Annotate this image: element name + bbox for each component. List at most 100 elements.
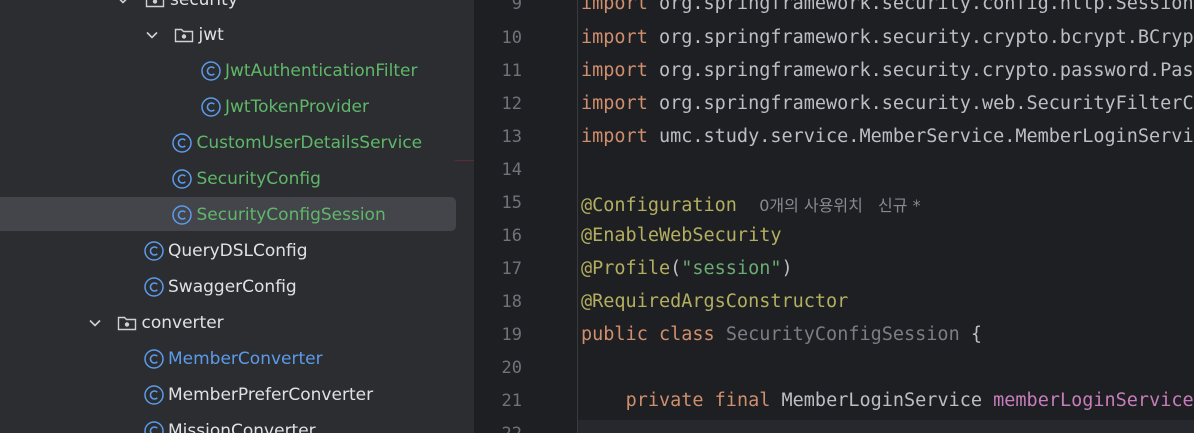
code-token: MemberLoginService: [770, 390, 994, 411]
tree-item-label: SwaggerConfig: [168, 277, 297, 297]
code-token: import: [581, 93, 648, 114]
code-line[interactable]: 11 import org.springframework.security.cr…: [475, 55, 1194, 88]
tree-item-missionconverter[interactable]: MissionConverter: [0, 413, 474, 433]
java-class-icon: [143, 349, 164, 369]
code-line[interactable]: 17 @Profile("session"): [475, 253, 1194, 286]
line-number: 18: [501, 292, 522, 312]
line-number: 17: [501, 259, 522, 279]
code-line[interactable]: 13 import umc.study.service.MemberService…: [475, 121, 1194, 154]
code-token: @RequiredArgsConstructor: [581, 291, 849, 312]
code-token: {: [959, 324, 982, 345]
tree-item-security[interactable]: security: [0, 0, 474, 18]
code-token: import: [581, 27, 648, 48]
java-class-icon: [143, 241, 164, 261]
java-class-icon: [143, 421, 164, 433]
line-number: 21: [501, 391, 522, 411]
tree-item-label: MemberPreferConverter: [168, 385, 374, 405]
code-text: @RequiredArgsConstructor: [581, 291, 848, 312]
tree-item-swaggerconfig[interactable]: SwaggerConfig: [0, 269, 474, 305]
code-token: public: [581, 324, 648, 345]
package-folder-icon: [117, 316, 136, 331]
code-line[interactable]: 10 import org.springframework.security.cr…: [475, 22, 1194, 55]
package-folder-icon: [174, 28, 193, 43]
code-token: org.springframework.security.crypto.pass…: [658, 60, 1194, 81]
change-marker: [455, 160, 475, 161]
line-number: 19: [501, 325, 522, 345]
chevron-down-icon[interactable]: [115, 0, 131, 8]
code-token: @EnableWebSecurity: [581, 225, 782, 246]
code-text: public class SecurityConfigSession {: [581, 324, 982, 345]
line-number: 13: [501, 127, 522, 147]
code-token: SecurityConfigSession: [725, 324, 960, 345]
code-editor[interactable]: 9 import org.springframework.security.con…: [475, 0, 1194, 433]
code-token: umc.study.service.MemberService.MemberLo…: [647, 126, 1194, 147]
code-token: class: [658, 324, 715, 345]
tree-item-label: CustomUserDetailsService: [196, 133, 423, 153]
code-line[interactable]: 22: [475, 418, 1194, 433]
code-line[interactable]: 16 @EnableWebSecurity: [475, 220, 1194, 253]
project-tool-window: security jwt JwtAuthenticationFilter JwtTok…: [0, 0, 474, 433]
java-class-icon: [172, 169, 192, 189]
code-text: import org.springframework.security.cryp…: [581, 27, 1194, 48]
code-token: import: [581, 126, 648, 147]
tree-item-memberconverter[interactable]: MemberConverter: [0, 341, 474, 377]
java-class-icon: [172, 133, 192, 153]
tree-item-converter[interactable]: converter: [0, 305, 474, 341]
java-class-icon: [172, 205, 192, 225]
tree-item-label: SecurityConfig: [196, 169, 321, 189]
code-token: org.springframework.security.crypto.bcry…: [658, 27, 1194, 48]
code-text: import org.springframework.security.conf…: [581, 0, 1194, 14]
chevron-down-icon[interactable]: [144, 27, 160, 43]
tree-item-jwttokenprovider[interactable]: JwtTokenProvider: [0, 89, 474, 125]
code-token: final: [714, 390, 771, 411]
tree-item-label: SecurityConfigSession: [196, 205, 386, 225]
tree-item-label: MissionConverter: [168, 421, 316, 433]
code-token: "session": [681, 258, 782, 279]
line-number: 11: [501, 61, 522, 81]
tree-item-customuserdetailsservice[interactable]: CustomUserDetailsService: [0, 125, 474, 161]
tree-item-jwt[interactable]: jwt: [0, 17, 474, 53]
tree-item-label: MemberConverter: [168, 349, 323, 369]
code-token: private: [625, 390, 704, 411]
line-number: 22: [475, 424, 522, 433]
line-number: 15: [501, 193, 522, 213]
tree-item-jwtauthenticationfilter[interactable]: JwtAuthenticationFilter: [0, 53, 474, 89]
code-text: import umc.study.service.MemberService.M…: [581, 126, 1194, 147]
tree-item-label: jwt: [198, 25, 224, 45]
code-token: memberLoginService: [993, 390, 1194, 411]
code-text: @Configuration 0개의 사용위치 신규 *: [581, 192, 921, 216]
code-token: import: [581, 0, 648, 14]
code-line[interactable]: 20: [475, 352, 1194, 385]
tree-item-label: security: [170, 0, 238, 10]
tree-item-label: QueryDSLConfig: [168, 241, 308, 261]
code-text: import org.springframework.security.web.…: [581, 93, 1194, 114]
code-token: org.springframework.security.web.Securit…: [647, 93, 1194, 114]
code-token: (: [670, 258, 682, 279]
tree-item-label: JwtTokenProvider: [225, 97, 369, 117]
code-line[interactable]: 12 import org.springframework.security.we…: [475, 88, 1194, 121]
code-line[interactable]: 15 @Configuration 0개의 사용위치 신규 *: [475, 187, 1194, 220]
code-line[interactable]: 9 import org.springframework.security.con…: [475, 0, 1194, 21]
code-line[interactable]: 14: [475, 154, 1194, 187]
code-line[interactable]: 18 @RequiredArgsConstructor: [475, 286, 1194, 319]
line-number: 16: [501, 226, 522, 246]
java-class-icon: [200, 61, 221, 81]
line-number: 10: [501, 28, 522, 48]
code-line[interactable]: 19 public class SecurityConfigSession {: [475, 319, 1194, 352]
code-text: @Profile("session"): [581, 258, 793, 279]
chevron-down-icon[interactable]: [87, 315, 103, 331]
tree-item-querydslconfig[interactable]: QueryDSLConfig: [0, 233, 474, 269]
line-number: 14: [501, 160, 522, 180]
code-token: ): [781, 258, 793, 279]
package-folder-icon: [145, 0, 165, 8]
tree-item-securityconfig[interactable]: SecurityConfig: [0, 161, 474, 197]
line-number: 20: [501, 358, 522, 378]
tree-item-securityconfigsession[interactable]: SecurityConfigSession: [0, 197, 474, 233]
tree-item-memberpreferconverter[interactable]: MemberPreferConverter: [0, 377, 474, 413]
inlay-usage-hint[interactable]: 0개의 사용위치 신규 *: [759, 196, 920, 215]
line-number: 9: [511, 0, 522, 14]
code-line[interactable]: 21 private final MemberLoginService memb…: [475, 385, 1194, 418]
code-text: private final MemberLoginService memberL…: [581, 390, 1194, 411]
